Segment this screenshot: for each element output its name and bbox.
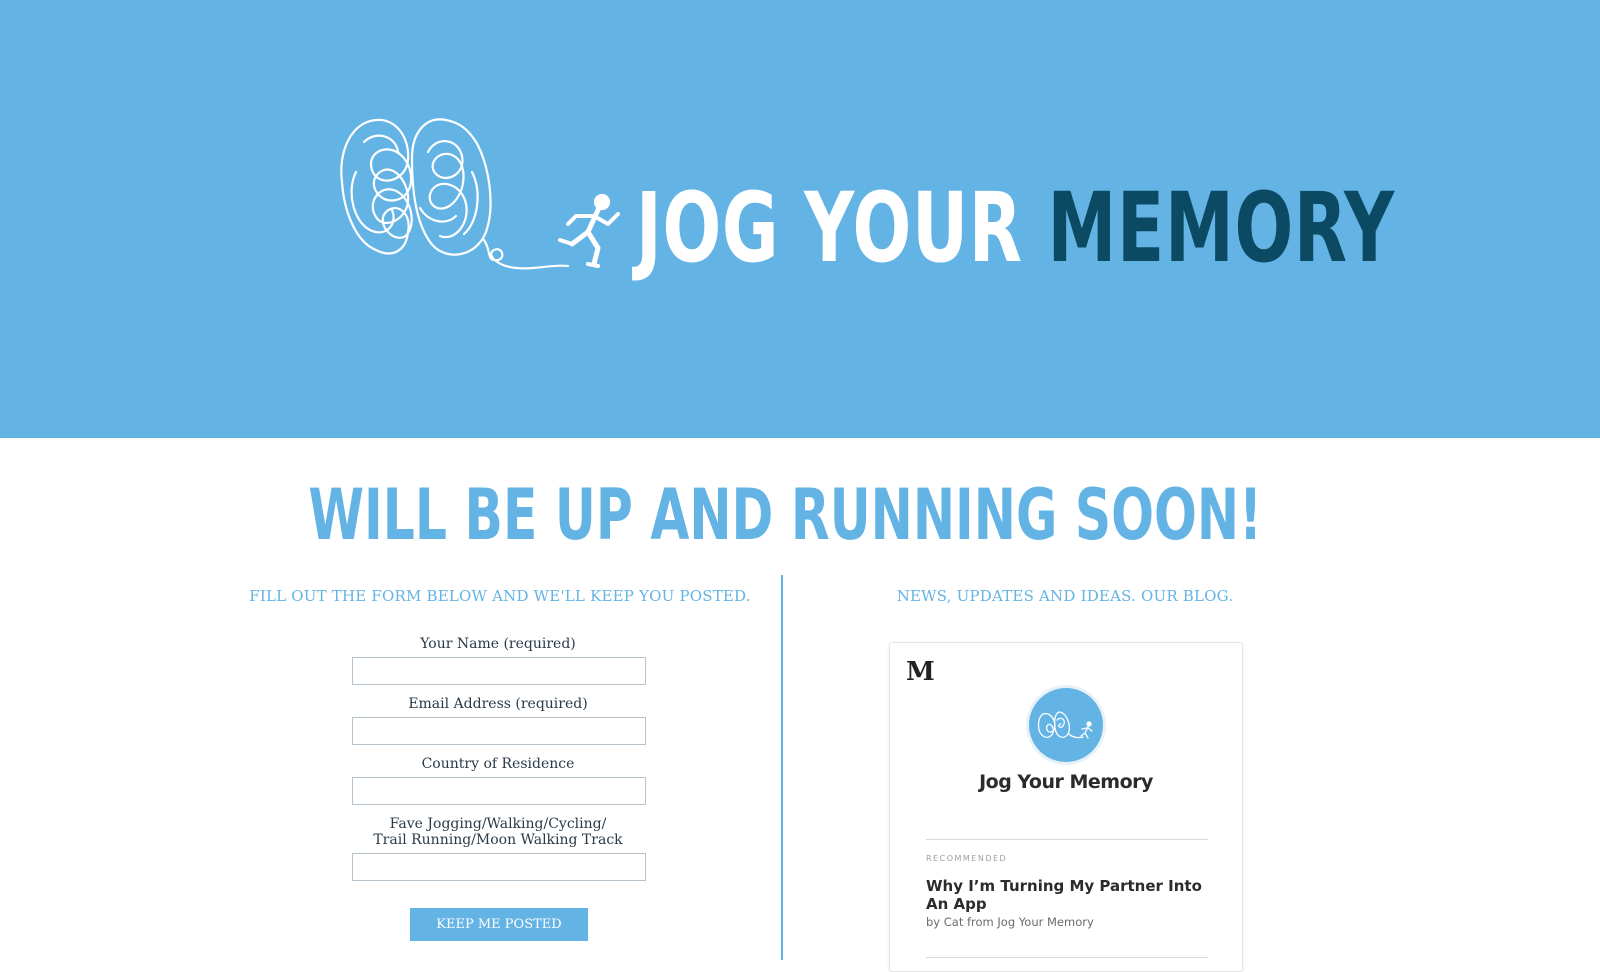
hero-banner: JOG YOUR MEMORY [0,0,1600,438]
publication-name[interactable]: Jog Your Memory [890,771,1242,793]
track-field-label: Fave Jogging/Walking/Cycling/ Trail Runn… [350,816,646,848]
country-field[interactable] [352,777,646,805]
email-field-label: Email Address (required) [408,696,588,712]
track-field-label-line1: Fave Jogging/Walking/Cycling/ [389,816,607,832]
post-byline: by Cat from Jog Your Memory [926,915,1094,929]
keep-me-posted-button[interactable]: KEEP ME POSTED [410,908,588,941]
brand-wordmark-part2: MEMORY [1047,172,1395,284]
signup-section-title: FILL OUT THE FORM BELOW AND WE'LL KEEP Y… [249,587,751,605]
name-field[interactable] [352,657,646,685]
track-field[interactable] [352,853,646,881]
email-field[interactable] [352,717,646,745]
column-divider [781,575,783,960]
page-headline-text: WILL BE UP AND RUNNING SOON! [308,474,1262,556]
post-title-link[interactable]: Why I’m Turning My Partner Into An App [926,877,1216,913]
track-field-label-line2: Trail Running/Moon Walking Track [373,832,623,848]
card-separator-bottom [926,957,1208,958]
brain-runner-avatar-icon [1037,711,1093,739]
signup-form: Your Name (required) Email Address (requ… [350,636,646,892]
medium-logo-icon[interactable]: M [906,657,935,687]
card-separator [926,839,1208,840]
brand-wordmark: JOG YOUR MEMORY [636,180,1395,276]
country-field-label: Country of Residence [421,756,575,772]
publication-avatar[interactable] [1029,688,1103,762]
page-headline: WILL BE UP AND RUNNING SOON! [0,480,1570,550]
brain-runner-logo-icon [340,118,620,270]
blog-widget-card[interactable]: M Jog Your Memory RECOMMENDED Why I’m Tu… [889,642,1243,972]
blog-section-title: NEWS, UPDATES AND IDEAS. OUR BLOG. [896,587,1234,605]
name-field-label: Your Name (required) [420,636,576,652]
brand-wordmark-part1: JOG YOUR [636,172,1023,284]
recommended-label: RECOMMENDED [926,854,1008,863]
